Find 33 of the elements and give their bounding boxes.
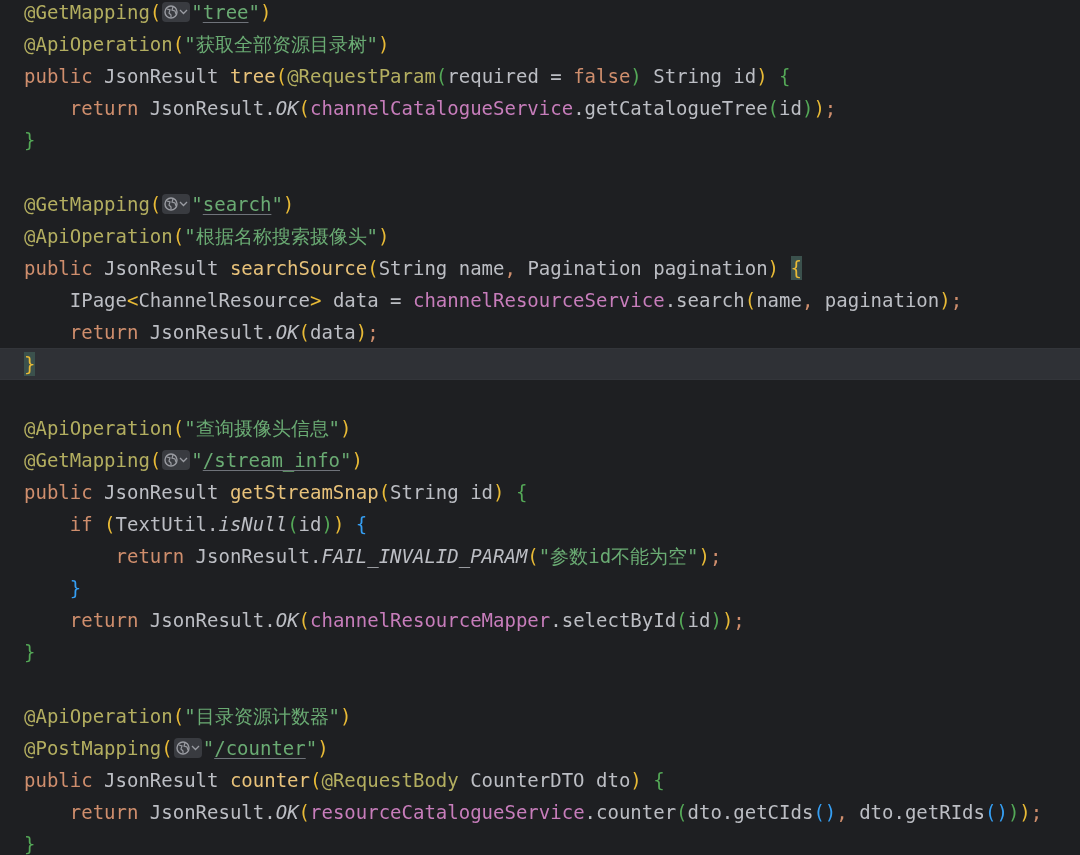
brace-highlight: { [790,256,802,280]
globe-icon[interactable] [162,2,191,22]
code-text: @ApiOperation("查询摄像头信息") [24,416,352,441]
globe-icon[interactable] [173,738,202,758]
code-text: return JsonResult.OK(data); [68,320,379,345]
code-text: "tree") [191,0,272,25]
code-text: public JsonResult counter(@RequestBody CounterDTO dto) { [24,768,665,793]
code-text: @GetMapping( [24,0,162,25]
globe-icon[interactable] [162,194,191,214]
code-text: public JsonResult tree(@RequestParam(required = false) String id) { [24,64,791,89]
code-text: return JsonResult.OK(channelCatalogueService.getCatalogueTree(id)); [68,96,837,121]
code-text: @ApiOperation("根据名称搜索摄像头") [24,224,390,249]
brace-highlight: } [24,352,36,376]
code-text: return JsonResult.FAIL_INVALID_PARAM("参数id不能为空"); [114,544,722,570]
code-text: public JsonResult searchSource(String name, Pagination pagination) [24,256,781,281]
code-text: } [24,128,36,153]
code-text: } [24,640,36,665]
code-text: @ApiOperation("目录资源计数器") [24,704,352,729]
code-text: @ApiOperation("获取全部资源目录树") [24,32,390,57]
code-text: public JsonResult getStreamSnap(String id) { [24,480,528,505]
code-text: "search") [191,192,295,217]
globe-icon[interactable] [162,450,191,470]
code-text: } [68,576,82,601]
code-text: if (TextUtil.isNull(id)) { [68,512,368,537]
code-text: "/stream_info") [191,448,363,474]
code-text: } [24,832,36,855]
code-text: @GetMapping( [24,192,162,217]
code-text: @PostMapping( [24,736,173,761]
code-text: return JsonResult.OK(resourceCatalogueService.counter(dto.getCIds(), dto.getRIds())); [68,800,1043,825]
code-text: IPage<ChannelResource> data = channelResourceService.search(name, pagination); [68,288,963,313]
code-text: @GetMapping( [24,448,162,473]
code-text: return JsonResult.OK(channelResourceMapper.selectById(id)); [68,608,745,633]
code-text: "/counter") [202,736,329,761]
